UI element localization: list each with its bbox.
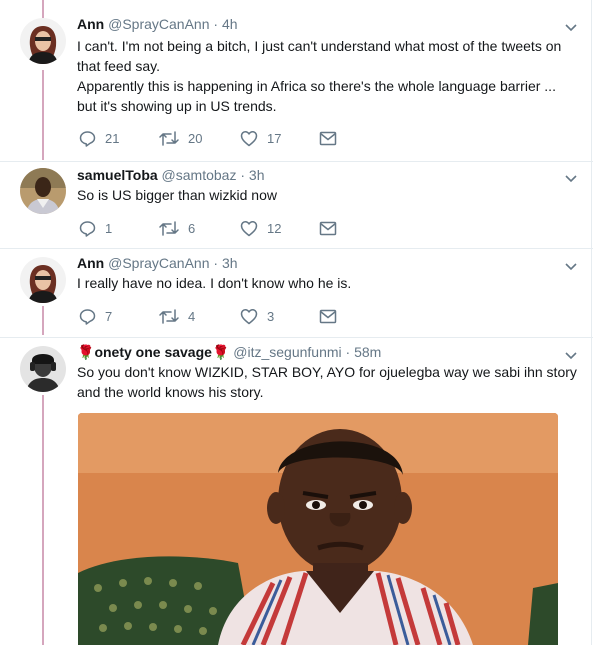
chevron-down-icon[interactable] [565,171,577,183]
display-name[interactable]: Ann [77,16,104,32]
dm-button[interactable] [319,128,337,148]
tweet-text-line: but it's showing up in US trends. [77,98,277,114]
tweet-text-line: Apparently this is happening in Africa s… [77,78,556,94]
like-count: 3 [267,308,275,324]
separator-dot: · [213,16,219,32]
tweet-text: I really have no idea. I don't know who … [77,273,577,293]
chevron-down-icon[interactable] [565,259,577,271]
envelope-icon [319,309,337,324]
display-name[interactable]: samuelToba [77,167,158,183]
tweet-header: Ann @SprayCanAnn · 4h [77,15,238,33]
tweet-text-line: I can't. I'm not being a bitch, I just c… [77,38,562,54]
dm-button[interactable] [319,306,337,326]
tweet-text-line: that feed say. [77,58,161,74]
envelope-icon [319,131,337,146]
tweet-photo[interactable] [78,413,558,645]
user-handle[interactable]: @itz_segunfunmi [233,344,341,360]
heart-icon [240,308,258,325]
tweet-header: samuelToba @samtobaz · 3h [77,166,265,184]
tweet-text: I can't. I'm not being a bitch, I just c… [77,36,577,116]
reply-button[interactable]: 7 [79,306,112,326]
timestamp[interactable]: 58m [354,344,381,360]
retweet-icon [159,308,179,325]
chevron-down-icon[interactable] [565,348,577,360]
display-name-text: onety one savage [94,344,212,360]
avatar[interactable] [20,346,66,392]
reply-icon [79,220,96,237]
tweet[interactable]: samuelToba @samtobaz · 3h So is US bigge… [0,162,593,248]
heart-icon [240,130,258,147]
rose-emoji: 🌹 [211,344,230,360]
retweet-button[interactable]: 4 [159,306,195,326]
like-count: 12 [267,220,282,236]
heart-icon [240,220,258,237]
like-button[interactable]: 3 [240,306,274,326]
reply-button[interactable]: 21 [79,128,119,148]
like-button[interactable]: 17 [240,128,281,148]
retweet-count: 20 [188,130,203,146]
timestamp[interactable]: 3h [222,255,238,271]
separator-dot: · [240,167,246,183]
like-count: 17 [267,130,282,146]
tweet-text: So you don't know WIZKID, STAR BOY, AYO … [77,362,577,402]
user-handle[interactable]: @samtobaz [162,167,237,183]
display-name[interactable]: Ann [77,255,104,271]
retweet-icon [159,220,179,237]
tweet-text-line: I really have no idea. I don't know who … [77,275,352,291]
tweet-header: 🌹onety one savage🌹 @itz_segunfunmi · 58m [77,343,381,361]
tweet-text: So is US bigger than wizkid now [77,185,577,205]
timestamp[interactable]: 4h [222,16,238,32]
chevron-down-icon[interactable] [565,20,577,32]
retweet-icon [159,130,179,147]
envelope-icon [319,221,337,236]
reply-icon [79,130,96,147]
retweet-count: 6 [188,220,196,236]
tweet[interactable]: Ann @SprayCanAnn · 3h I really have no i… [0,249,593,337]
rose-emoji: 🌹 [77,344,95,360]
tweet[interactable]: Ann @SprayCanAnn · 4h I can't. I'm not b… [0,0,593,161]
user-handle[interactable]: @SprayCanAnn [108,16,209,32]
retweet-button[interactable]: 20 [159,128,202,148]
reply-count: 1 [105,220,113,236]
avatar[interactable] [20,168,66,214]
reply-count: 21 [105,130,120,146]
reply-icon [79,308,96,325]
avatar[interactable] [20,257,66,303]
separator-dot: · [213,255,219,271]
retweet-count: 4 [188,308,196,324]
dm-button[interactable] [319,218,337,238]
tweet-text-line: So you don't know WIZKID, STAR BOY, AYO … [77,364,577,380]
tweet-header: Ann @SprayCanAnn · 3h [77,254,238,272]
retweet-button[interactable]: 6 [159,218,195,238]
reply-count: 7 [105,308,113,324]
avatar[interactable] [20,18,66,64]
reply-button[interactable]: 1 [79,218,112,238]
separator-dot: · [345,344,351,360]
user-handle[interactable]: @SprayCanAnn [108,255,209,271]
display-name[interactable]: 🌹onety one savage🌹 [77,344,229,360]
like-button[interactable]: 12 [240,218,281,238]
tweet-text-line: So is US bigger than wizkid now [77,187,277,203]
tweet-text-line: and the world knows his story. [77,384,264,400]
timestamp[interactable]: 3h [249,167,265,183]
